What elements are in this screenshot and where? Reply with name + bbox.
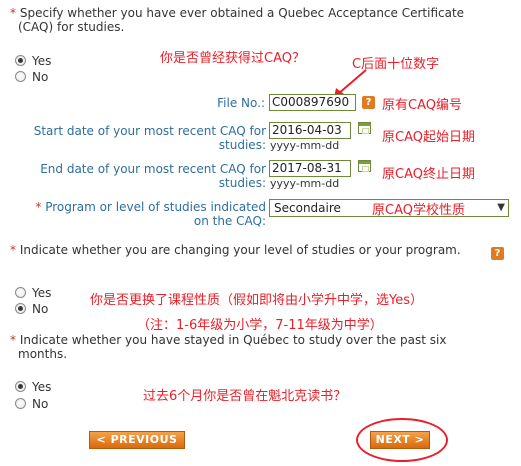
change-no-label: No (32, 302, 49, 316)
file-no-input[interactable]: C000897690 (269, 94, 356, 111)
stay-yes-radio[interactable] (15, 381, 26, 392)
start-date-format: yyyy-mm-dd (270, 139, 340, 152)
stay-yes-label: Yes (32, 380, 52, 394)
previous-button[interactable]: < PREVIOUS (89, 431, 185, 449)
caq-no-label: No (32, 70, 49, 84)
stay-no-label: No (32, 397, 49, 411)
chevron-down-icon: ▼ (497, 202, 505, 213)
start-date-input[interactable]: 2016-04-03 (269, 122, 351, 139)
start-date-label: Start date of your most recent CAQ for st… (33, 124, 266, 152)
program-select-value: Secondaire (274, 201, 341, 215)
required-marker: * (10, 6, 16, 20)
caq-question: * Specify whether you have ever obtained… (10, 6, 515, 34)
caq-yes-radio[interactable] (15, 55, 26, 66)
annotation-program: 原CAQ学校性质 (372, 203, 465, 218)
annotation-file-no: 原有CAQ编号 (382, 98, 462, 113)
change-no-radio[interactable] (15, 303, 26, 314)
end-date-input[interactable]: 2017-08-31 (269, 160, 351, 177)
start-date-calendar-icon[interactable] (358, 122, 371, 134)
end-date-format: yyyy-mm-dd (270, 177, 340, 190)
end-date-label: End date of your most recent CAQ for stud… (40, 162, 266, 190)
caq-question-line1: Specify whether you have ever obtained a… (19, 6, 465, 20)
caq-yes-label: Yes (32, 54, 52, 68)
annotation-stay-quebec: 过去6个月你是否曾在魁北克读书？ (143, 389, 347, 404)
end-date-calendar-icon[interactable] (358, 160, 371, 172)
annotation-next-circle (356, 418, 448, 462)
change-studies-question: * Indicate whether you are changing your… (10, 243, 461, 257)
program-label: * Program or level of studies indicated o… (35, 200, 266, 228)
annotation-grade-note: （注：1-6年级为小学，7-11年级为中学） (137, 318, 383, 333)
change-yes-label: Yes (32, 286, 52, 300)
change-studies-help-icon[interactable]: ? (491, 247, 504, 260)
annotation-caq-question: 你是否曾经获得过CAQ？ (160, 51, 305, 66)
file-no-help-icon[interactable]: ? (362, 96, 375, 109)
required-marker: * (10, 243, 16, 257)
stay-quebec-question: * Indicate whether you have stayed in Qu… (10, 333, 447, 361)
annotation-start-date: 原CAQ起始日期 (382, 130, 475, 145)
caq-no-radio[interactable] (15, 71, 26, 82)
change-yes-radio[interactable] (15, 287, 26, 298)
annotation-end-date: 原CAQ终止日期 (382, 167, 475, 182)
annotation-change-studies: 你是否更换了课程性质（假如即将由小学升中学，选Yes） (90, 293, 423, 308)
required-marker: * (10, 333, 16, 347)
file-no-label: File No.: (217, 96, 265, 110)
caq-question-line2: (CAQ) for studies. (18, 20, 125, 34)
stay-no-radio[interactable] (15, 398, 26, 409)
